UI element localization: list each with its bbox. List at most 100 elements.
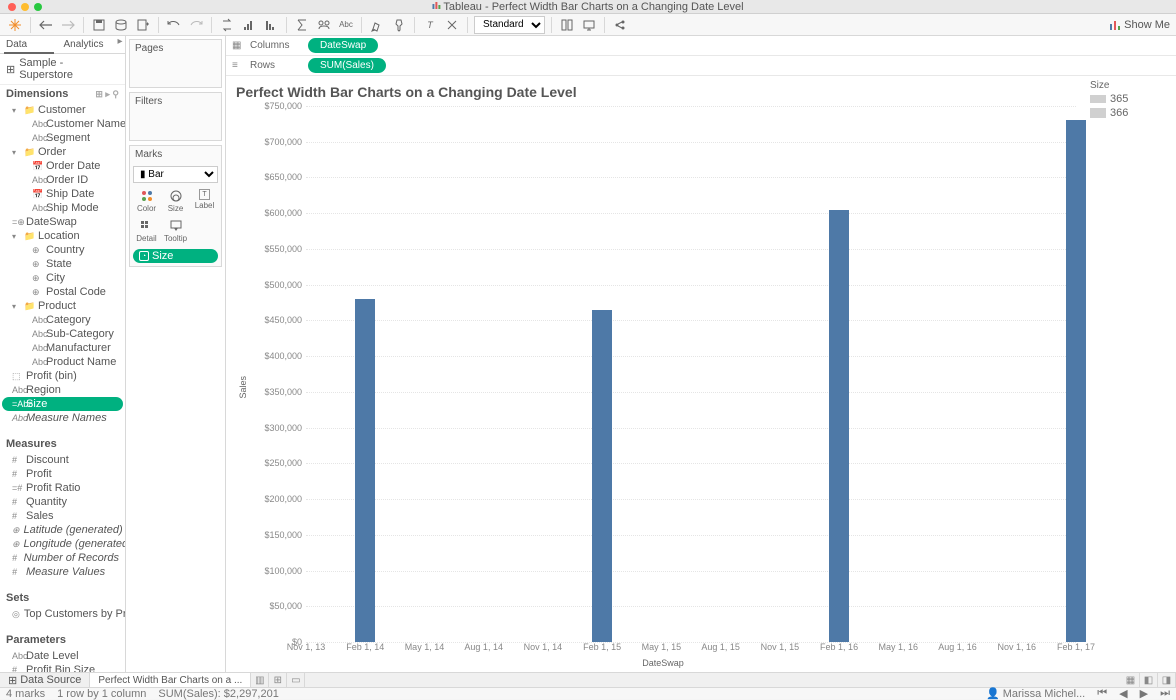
tableau-logo-icon[interactable]: [6, 16, 24, 34]
field-size[interactable]: =AbcSize: [2, 397, 123, 411]
redo-icon[interactable]: [187, 16, 205, 34]
visualization[interactable]: Perfect Width Bar Charts on a Changing D…: [226, 76, 1086, 672]
maximize-window-icon[interactable]: [34, 3, 42, 11]
totals-icon[interactable]: [293, 16, 311, 34]
marks-size-button[interactable]: Size: [162, 187, 189, 215]
field-customer-name[interactable]: AbcCustomer Name: [0, 117, 125, 131]
presentation-icon[interactable]: [580, 16, 598, 34]
undo-icon[interactable]: [165, 16, 183, 34]
new-dashboard-icon[interactable]: ⊞: [269, 673, 287, 687]
sheet-sorter-icon[interactable]: ▦: [1122, 673, 1140, 687]
rows-pill[interactable]: SUM(Sales): [308, 58, 386, 73]
pages-card[interactable]: Pages: [129, 39, 222, 88]
cards-icon[interactable]: [558, 16, 576, 34]
folder-product[interactable]: ▾📁Product: [0, 299, 125, 313]
swap-icon[interactable]: [218, 16, 236, 34]
folder-customer[interactable]: ▾📁Customer: [0, 103, 125, 117]
field-date-swap[interactable]: =⊕DateSwap: [0, 215, 125, 229]
field-num-records[interactable]: #Number of Records: [0, 551, 125, 565]
pin-icon[interactable]: [390, 16, 408, 34]
label-icon[interactable]: T: [421, 16, 439, 34]
sheet-tabs-icon[interactable]: ◨: [1158, 673, 1176, 687]
columns-pill[interactable]: DateSwap: [308, 38, 378, 53]
field-order-date[interactable]: 📅Order Date: [0, 159, 125, 173]
close-window-icon[interactable]: [8, 3, 16, 11]
new-data-icon[interactable]: [112, 16, 130, 34]
back-icon[interactable]: [37, 16, 55, 34]
chart-bar[interactable]: [1066, 120, 1086, 642]
marks-card[interactable]: Marks ▮ Bar Color Size TLabel Detail Too…: [129, 145, 222, 267]
filters-card[interactable]: Filters: [129, 92, 222, 141]
field-state[interactable]: ⊕State: [0, 257, 125, 271]
sheet-nav-icon[interactable]: ◧: [1140, 673, 1158, 687]
field-manufacturer[interactable]: AbcManufacturer: [0, 341, 125, 355]
field-measure-names[interactable]: AbcMeasure Names: [0, 411, 125, 425]
field-discount[interactable]: #Discount: [0, 453, 125, 467]
status-nav-prev-icon[interactable]: ◀: [1119, 687, 1127, 700]
status-nav-first-icon[interactable]: ⏮: [1097, 687, 1107, 700]
clear-icon[interactable]: [443, 16, 461, 34]
sort-desc-icon[interactable]: [262, 16, 280, 34]
field-region[interactable]: AbcRegion: [0, 383, 125, 397]
field-profit[interactable]: #Profit: [0, 467, 125, 481]
field-ship-mode[interactable]: AbcShip Mode: [0, 201, 125, 215]
forward-icon[interactable]: [59, 16, 77, 34]
columns-shelf[interactable]: ▦ Columns DateSwap: [226, 36, 1176, 56]
field-ship-date[interactable]: 📅Ship Date: [0, 187, 125, 201]
x-tick-label: May 1, 16: [879, 642, 919, 652]
field-lat[interactable]: ⊕Latitude (generated): [0, 523, 125, 537]
data-source-tab[interactable]: ⊞Data Source: [0, 673, 90, 687]
minimize-window-icon[interactable]: [21, 3, 29, 11]
field-prodname[interactable]: AbcProduct Name: [0, 355, 125, 369]
highlight-icon[interactable]: [368, 16, 386, 34]
field-measure-values[interactable]: #Measure Values: [0, 565, 125, 579]
fit-select[interactable]: Standard: [474, 16, 545, 34]
status-nav-last-icon[interactable]: ⏭: [1160, 687, 1170, 700]
abc-icon[interactable]: Abc: [337, 16, 355, 34]
chart-title[interactable]: Perfect Width Bar Charts on a Changing D…: [236, 84, 1076, 100]
share-icon[interactable]: [611, 16, 629, 34]
group-icon[interactable]: [315, 16, 333, 34]
folder-location[interactable]: ▾📁Location: [0, 229, 125, 243]
current-sheet-tab[interactable]: Perfect Width Bar Charts on a ...: [90, 673, 251, 687]
size-legend[interactable]: Size 365 366: [1086, 76, 1176, 672]
field-sales[interactable]: #Sales: [0, 509, 125, 523]
chart-bar[interactable]: [829, 210, 849, 642]
param-date-level[interactable]: AbcDate Level: [0, 649, 125, 663]
new-worksheet-icon[interactable]: ▥: [251, 673, 269, 687]
field-postal[interactable]: ⊕Postal Code: [0, 285, 125, 299]
marks-size-pill[interactable]: ◔Size: [133, 249, 218, 263]
sort-asc-icon[interactable]: [240, 16, 258, 34]
field-city[interactable]: ⊕City: [0, 271, 125, 285]
field-profit-bin[interactable]: ⬚Profit (bin): [0, 369, 125, 383]
marks-tooltip-button[interactable]: Tooltip: [162, 217, 189, 245]
new-story-icon[interactable]: ▭: [287, 673, 305, 687]
param-profit-bin-size[interactable]: #Profit Bin Size: [0, 663, 125, 672]
marks-detail-button[interactable]: Detail: [133, 217, 160, 245]
field-order-id[interactable]: AbcOrder ID: [0, 173, 125, 187]
field-subcat[interactable]: AbcSub-Category: [0, 327, 125, 341]
save-icon[interactable]: [90, 16, 108, 34]
field-country[interactable]: ⊕Country: [0, 243, 125, 257]
new-sheet-icon[interactable]: [134, 16, 152, 34]
folder-order[interactable]: ▾📁Order: [0, 145, 125, 159]
chart-plot[interactable]: $0$50,000$100,000$150,000$200,000$250,00…: [250, 106, 1076, 642]
marks-color-button[interactable]: Color: [133, 187, 160, 215]
field-profit-ratio[interactable]: =#Profit Ratio: [0, 481, 125, 495]
chart-bar[interactable]: [355, 299, 375, 642]
pane-menu-icon[interactable]: ▸: [115, 36, 125, 53]
chart-bar[interactable]: [592, 310, 612, 642]
tab-analytics[interactable]: Analytics: [58, 36, 116, 53]
field-segment[interactable]: AbcSegment: [0, 131, 125, 145]
field-category[interactable]: AbcCategory: [0, 313, 125, 327]
rows-shelf[interactable]: ≡ Rows SUM(Sales): [226, 56, 1176, 76]
data-source-item[interactable]: ⊞Sample - Superstore: [0, 54, 125, 85]
status-nav-next-icon[interactable]: ▶: [1140, 687, 1148, 700]
marks-type-select[interactable]: ▮ Bar: [133, 166, 218, 183]
marks-label-button[interactable]: TLabel: [191, 187, 218, 215]
show-me-button[interactable]: Show Me: [1109, 19, 1170, 31]
set-top-cust[interactable]: ◎Top Customers by Profit: [0, 607, 125, 621]
tab-data[interactable]: Data: [0, 36, 58, 53]
field-lon[interactable]: ⊕Longitude (generated): [0, 537, 125, 551]
field-quantity[interactable]: #Quantity: [0, 495, 125, 509]
